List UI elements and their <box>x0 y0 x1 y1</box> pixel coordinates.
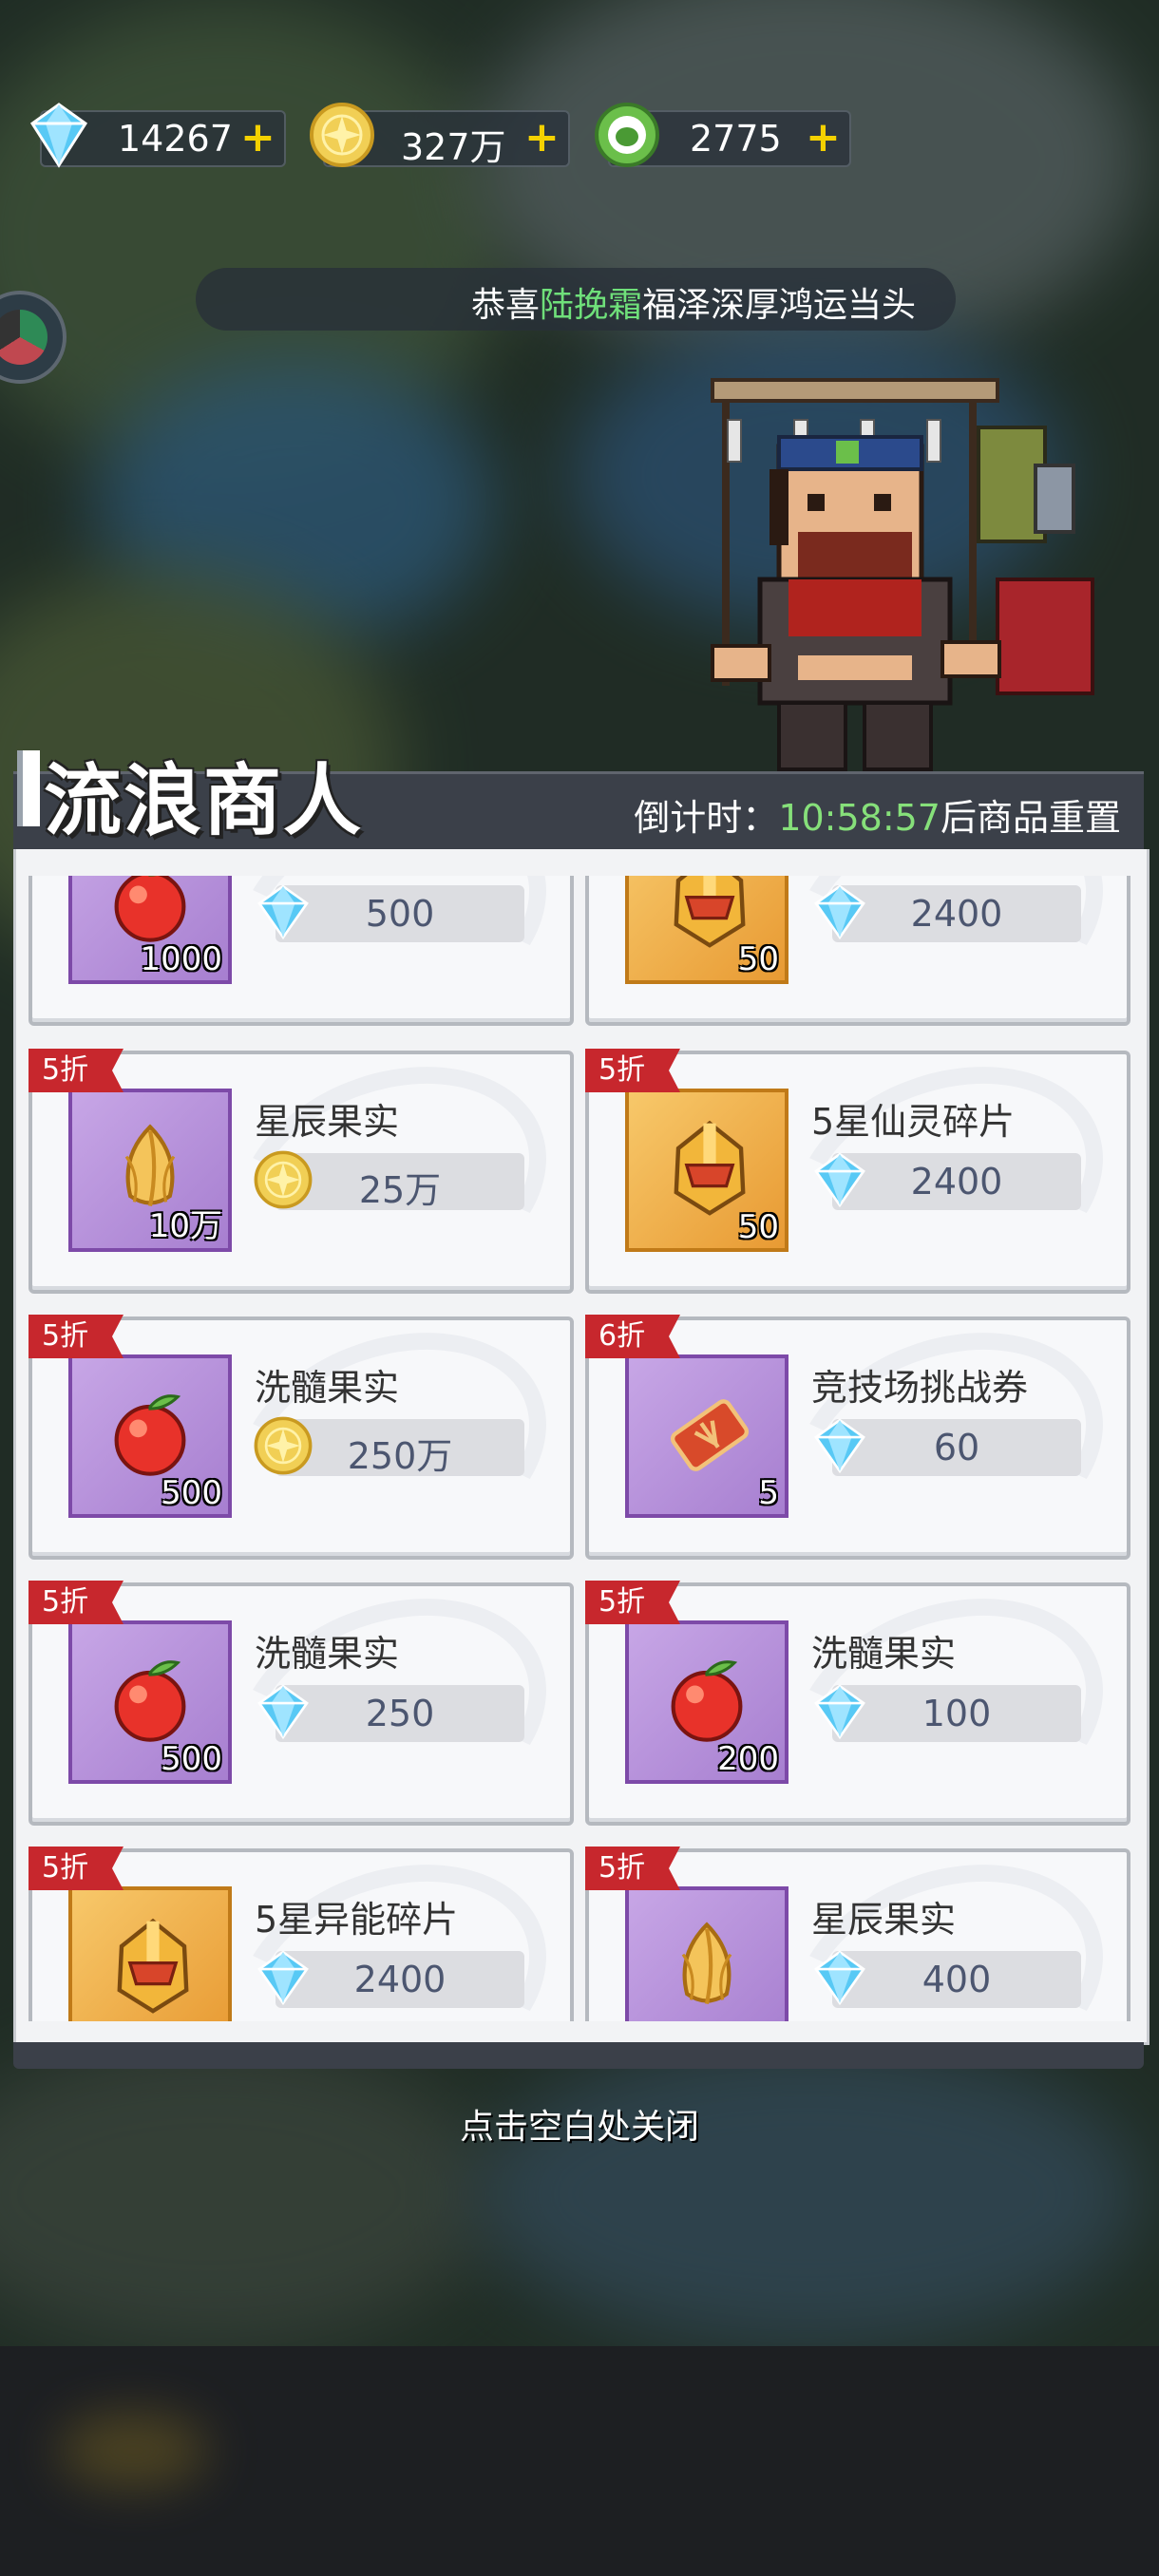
merchant-character <box>711 378 1094 771</box>
item-icon-frame[interactable]: 500 <box>68 1354 232 1518</box>
gold-coin-icon <box>251 1147 315 1212</box>
red-fruit-icon <box>657 1649 756 1752</box>
shop-item-card[interactable]: 50 2400 <box>585 876 1137 1078</box>
diamond-icon <box>808 1147 872 1212</box>
shop-item-list[interactable]: 1000 500 50 2400 10万 5折 星辰果实 25万 50 5折 5星仙灵碎片 2400 5… <box>13 876 1144 2021</box>
gold-coin-icon <box>310 103 374 167</box>
marquee-prefix: 恭喜 <box>471 286 541 325</box>
shop-panel-footer <box>13 2042 1144 2069</box>
diamond-icon <box>808 1679 872 1744</box>
item-icon-frame[interactable] <box>625 1886 788 2021</box>
shop-item-card[interactable]: 500 5折 洗髓果实 250 <box>28 1557 580 1878</box>
menu-orb-icon <box>0 310 48 365</box>
title-marker <box>17 750 40 826</box>
timer-value: 10:58:57 <box>778 797 940 839</box>
gold-count: 327万 <box>401 126 506 168</box>
item-icon-frame[interactable]: 200 <box>625 1620 788 1784</box>
item-name: 竞技场挑战券 <box>811 1367 1029 1409</box>
item-quantity: 500 <box>161 1474 222 1512</box>
diamond-icon <box>251 1679 315 1744</box>
golden-helmet-icon <box>101 1915 205 2021</box>
discount-badge: 5折 <box>28 1581 124 1624</box>
item-name: 洗髓果实 <box>811 1633 957 1675</box>
discount-badge: 6折 <box>585 1315 680 1358</box>
item-quantity: 200 <box>717 1740 779 1778</box>
diamond-icon <box>808 880 872 944</box>
item-quantity: 500 <box>161 1740 222 1778</box>
discount-badge: 5折 <box>585 1581 680 1624</box>
add-token-button[interactable]: + <box>806 117 841 159</box>
item-quantity: 5 <box>758 1474 779 1512</box>
item-icon-frame[interactable]: 50 <box>625 1089 788 1252</box>
item-name: 5星异能碎片 <box>255 1899 459 1941</box>
green-token-icon <box>595 103 659 167</box>
timer-suffix: 后商品重置 <box>940 797 1121 839</box>
add-gold-button[interactable]: + <box>524 117 560 159</box>
marquee-player-name: 陆挽霜 <box>540 286 643 325</box>
announcement-marquee: 恭喜陆挽霜福泽深厚鸿运当头 <box>196 268 956 331</box>
shop-item-card[interactable]: 200 5折 洗髓果实 100 <box>585 1557 1137 1878</box>
item-icon-frame[interactable]: 10万 <box>68 1089 232 1252</box>
discount-badge: 5折 <box>585 1847 680 1890</box>
discount-badge: 5折 <box>585 1049 680 1092</box>
diamond-icon <box>29 103 88 168</box>
diamond-count: 14267 <box>118 118 233 160</box>
timer-prefix: 倒计时： <box>634 797 779 839</box>
shop-item-card[interactable]: 10万 5折 星辰果实 25万 <box>28 1025 580 1346</box>
shop-item-card[interactable]: 50 5折 5星仙灵碎片 2400 <box>585 1025 1137 1346</box>
item-quantity: 50 <box>737 940 779 978</box>
token-count: 2775 <box>690 118 782 160</box>
diamond-icon <box>808 1413 872 1478</box>
reset-timer: 倒计时：10:58:57后商品重置 <box>634 788 1121 841</box>
item-icon-frame[interactable] <box>68 1886 232 2021</box>
shop-item-card[interactable]: 5折 星辰果实 400 <box>585 1823 1137 2021</box>
gold-coin-icon <box>251 1413 315 1478</box>
item-name: 星辰果实 <box>255 1101 400 1143</box>
diamond-icon <box>808 1945 872 2010</box>
shop-item-card[interactable]: 5 6折 竞技场挑战券 60 <box>585 1291 1137 1612</box>
discount-badge: 5折 <box>28 1049 124 1092</box>
shop-item-card[interactable]: 500 5折 洗髓果实 250万 <box>28 1291 580 1612</box>
item-icon-frame[interactable]: 500 <box>68 1620 232 1784</box>
diamond-icon <box>251 1945 315 2010</box>
discount-badge: 5折 <box>28 1847 124 1890</box>
item-name: 星辰果实 <box>811 1899 957 1941</box>
add-diamond-button[interactable]: + <box>240 117 276 159</box>
shop-item-card[interactable]: 1000 500 <box>28 876 580 1078</box>
item-quantity: 1000 <box>140 940 222 978</box>
ticket-icon <box>657 1383 762 1491</box>
item-icon-frame[interactable]: 5 <box>625 1354 788 1518</box>
shop-item-card[interactable]: 5折 5星异能碎片 2400 <box>28 1823 580 2021</box>
red-fruit-icon <box>101 1383 200 1486</box>
item-quantity: 50 <box>737 1208 779 1246</box>
item-name: 洗髓果实 <box>255 1633 400 1675</box>
marquee-suffix: 福泽深厚鸿运当头 <box>642 286 917 325</box>
item-name: 洗髓果实 <box>255 1367 400 1409</box>
close-hint[interactable]: 点击空白处关闭 <box>0 2099 1159 2149</box>
golden-bud-icon <box>657 1915 756 2017</box>
item-quantity: 10万 <box>148 1207 222 1245</box>
item-icon-frame[interactable]: 1000 <box>68 876 232 984</box>
diamond-icon <box>251 880 315 944</box>
red-fruit-icon <box>101 1649 200 1752</box>
discount-badge: 5折 <box>28 1315 124 1358</box>
shop-title: 流浪商人 <box>44 756 364 846</box>
item-name: 5星仙灵碎片 <box>811 1101 1016 1143</box>
item-icon-frame[interactable]: 50 <box>625 876 788 984</box>
